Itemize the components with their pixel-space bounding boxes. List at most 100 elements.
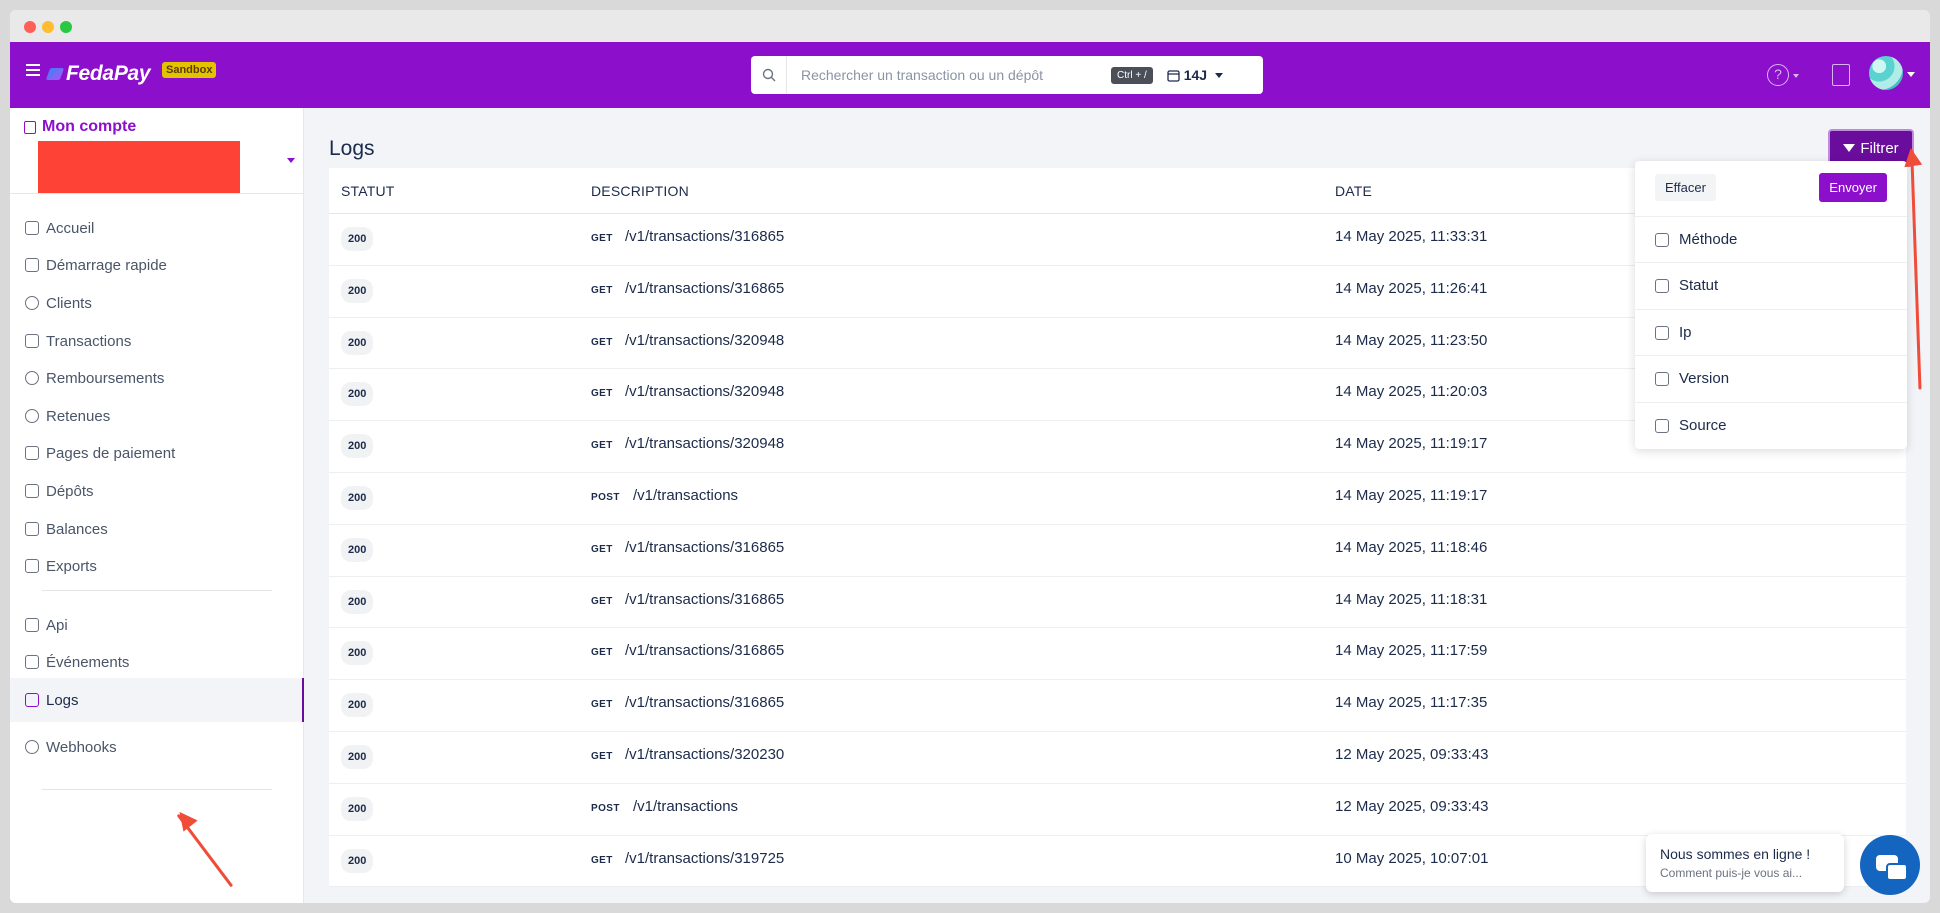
alert-circle-icon <box>25 409 39 423</box>
log-date: 14 May 2025, 11:19:17 <box>1335 486 1488 504</box>
link-icon <box>25 740 39 754</box>
column-header-date[interactable]: DATE <box>1335 183 1372 199</box>
brand-name: FedaPay <box>66 62 151 85</box>
docs-icon[interactable] <box>1832 64 1850 86</box>
avatar[interactable] <box>1869 56 1903 90</box>
http-method: POST <box>591 802 620 814</box>
chevron-down-icon <box>1793 74 1799 78</box>
maximize-window-button[interactable] <box>60 21 72 33</box>
chat-subtitle: Comment puis-je vous ai... <box>1660 866 1803 880</box>
chevron-down-icon <box>1215 72 1224 78</box>
checkbox[interactable] <box>1655 418 1669 433</box>
status-badge: 200 <box>341 537 374 562</box>
log-date: 10 May 2025, 10:07:01 <box>1335 849 1489 867</box>
http-method: GET <box>591 388 613 400</box>
request-path: /v1/transactions <box>633 486 739 504</box>
status-badge: 200 <box>341 693 374 718</box>
http-method: POST <box>591 491 620 503</box>
app-window: FedaPay Sandbox Ctrl + / 14J ? Mon compt… <box>10 10 1930 903</box>
clear-filters-button[interactable]: Effacer <box>1655 174 1716 201</box>
http-method: GET <box>591 336 613 348</box>
request-path: /v1/transactions/316865 <box>625 590 785 608</box>
period-selector[interactable]: 14J <box>1167 67 1224 83</box>
sidebar: Mon compte Accueil Démarrage rapide Clie… <box>10 108 304 903</box>
sidebar-divider <box>42 789 272 790</box>
filter-option-source[interactable]: Source <box>1635 402 1907 448</box>
title-bar <box>10 10 1930 42</box>
status-badge: 200 <box>341 796 374 821</box>
table-row[interactable]: 200 GET/v1/transactions/316865 14 May 2025… <box>329 525 1906 577</box>
status-badge: 200 <box>341 589 374 614</box>
shopping-bag-icon <box>24 120 36 134</box>
request-path: /v1/transactions/320230 <box>625 745 785 763</box>
account-switcher[interactable]: Mon compte <box>10 108 303 194</box>
page-title: Logs <box>329 137 375 160</box>
log-date: 12 May 2025, 09:33:43 <box>1335 745 1489 763</box>
sidebar-item-exports[interactable]: Exports <box>10 544 304 588</box>
log-date: 14 May 2025, 11:33:31 <box>1335 228 1488 245</box>
file-icon <box>25 693 39 707</box>
log-date: 14 May 2025, 11:18:46 <box>1335 538 1488 556</box>
chevron-down-icon[interactable] <box>1907 72 1915 77</box>
filter-option-statut[interactable]: Statut <box>1635 262 1907 308</box>
chat-title: Nous sommes en ligne ! <box>1660 846 1811 862</box>
column-header-statut[interactable]: STATUT <box>341 183 395 199</box>
status-badge: 200 <box>341 485 374 510</box>
close-window-button[interactable] <box>24 21 36 33</box>
column-header-description[interactable]: DESCRIPTION <box>591 183 689 199</box>
checkbox[interactable] <box>1655 232 1669 247</box>
status-badge: 200 <box>341 848 374 873</box>
http-method: GET <box>591 647 613 659</box>
chat-launcher-icon[interactable] <box>1860 835 1920 895</box>
menu-icon[interactable] <box>26 64 40 76</box>
table-row[interactable]: 200 POST/v1/transactions 14 May 2025, 11:1… <box>329 473 1906 525</box>
table-row[interactable]: 200 GET/v1/transactions/316865 14 May 2025… <box>329 577 1906 629</box>
table-row[interactable]: 200 GET/v1/transactions/316865 14 May 2025… <box>329 628 1906 681</box>
http-method: GET <box>591 750 613 762</box>
sidebar-item-logs[interactable]: Logs <box>10 678 304 722</box>
status-badge: 200 <box>341 641 374 666</box>
status-badge: 200 <box>341 278 374 303</box>
sidebar-divider <box>42 590 272 591</box>
request-path: /v1/transactions/316865 <box>625 279 785 297</box>
apply-filters-button[interactable]: Envoyer <box>1819 173 1887 202</box>
http-method: GET <box>591 543 613 555</box>
checkbox[interactable] <box>1655 325 1669 340</box>
filter-option-version[interactable]: Version <box>1635 355 1907 401</box>
log-date: 14 May 2025, 11:17:59 <box>1335 642 1488 660</box>
sidebar-item-webhooks[interactable]: Webhooks <box>10 725 304 769</box>
cash-icon <box>25 334 39 348</box>
shortcut-hint: Ctrl + / <box>1111 66 1153 84</box>
http-method: GET <box>591 854 613 866</box>
help-icon[interactable]: ? <box>1767 64 1789 86</box>
log-date: 14 May 2025, 11:19:17 <box>1335 435 1488 453</box>
request-path: /v1/transactions/320948 <box>625 435 785 453</box>
account-title: Mon compte <box>24 118 136 136</box>
filter-option-ip[interactable]: Ip <box>1635 309 1907 355</box>
status-badge: 200 <box>341 382 374 407</box>
external-link-icon <box>25 484 39 498</box>
table-row[interactable]: 200 GET/v1/transactions/320230 12 May 2025… <box>329 732 1906 784</box>
http-method: GET <box>591 440 613 452</box>
search-input[interactable] <box>787 67 1107 83</box>
request-path: /v1/transactions/320948 <box>625 383 785 401</box>
search-bar: Ctrl + / 14J <box>751 56 1263 94</box>
document-icon <box>25 446 39 460</box>
request-path: /v1/transactions/316865 <box>625 694 785 712</box>
log-date: 14 May 2025, 11:23:50 <box>1335 331 1488 349</box>
rss-icon <box>25 655 39 669</box>
filter-option-methode[interactable]: Méthode <box>1635 216 1907 262</box>
search-icon[interactable] <box>751 56 787 94</box>
scale-icon <box>25 522 39 536</box>
brand-logo[interactable]: FedaPay <box>45 62 151 86</box>
minimize-window-button[interactable] <box>42 21 54 33</box>
table-row[interactable]: 200 GET/v1/transactions/316865 14 May 2025… <box>329 680 1906 732</box>
checkbox[interactable] <box>1655 278 1669 293</box>
download-icon <box>25 559 39 573</box>
status-badge: 200 <box>341 434 374 459</box>
checkbox[interactable] <box>1655 371 1669 386</box>
chevron-down-icon[interactable] <box>287 158 295 163</box>
table-row[interactable]: 200 POST/v1/transactions 12 May 2025, 09:3… <box>329 784 1906 836</box>
chat-greeting[interactable]: Nous sommes en ligne ! Comment puis-je v… <box>1646 834 1844 892</box>
period-label: 14J <box>1183 67 1208 83</box>
